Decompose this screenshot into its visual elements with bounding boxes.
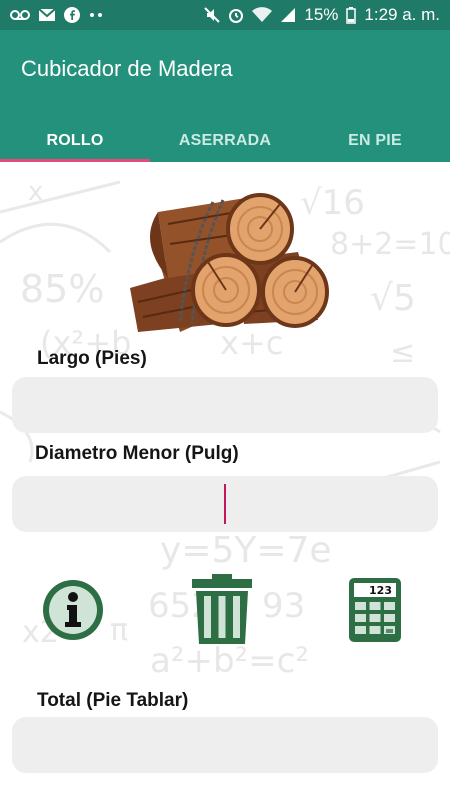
bg-text: a²+b²=c² (150, 641, 309, 681)
status-right: 15% 1:29 a. m. (204, 5, 440, 25)
bg-text: √5 (370, 278, 416, 319)
bg-text: ≤ (390, 335, 415, 370)
tab-label: ROLLO (46, 132, 104, 149)
info-icon (43, 580, 103, 640)
battery-percent: 15% (304, 5, 339, 24)
alarm-icon (228, 7, 244, 23)
text-cursor (224, 484, 226, 524)
signal-icon (280, 7, 296, 23)
voicemail-icon (10, 8, 30, 22)
info-button[interactable] (40, 577, 106, 643)
more-dots-icon (88, 12, 104, 18)
log-stack-illustration (130, 193, 329, 332)
facebook-icon (64, 7, 80, 23)
mail-icon (38, 8, 56, 22)
bg-text: y=5Y=7e (160, 530, 332, 571)
total-label: Total (Pie Tablar) (37, 690, 189, 711)
tab-rollo[interactable]: ROLLO (0, 120, 150, 162)
calculate-button[interactable]: 123 (347, 576, 403, 644)
mute-icon (204, 7, 221, 23)
wifi-icon (252, 7, 273, 23)
largo-input[interactable] (12, 377, 438, 433)
bg-text: π (110, 613, 128, 648)
battery-icon (346, 6, 357, 24)
log-end-top (226, 193, 294, 265)
tab-label: EN PIE (348, 132, 402, 149)
log-end-left (191, 253, 261, 327)
status-bar: 15% 1:29 a. m. (0, 0, 450, 30)
bg-text: 93 (262, 586, 305, 626)
app-title: Cubicador de Madera (21, 56, 233, 81)
app-bar: Cubicador de Madera ROLLO ASERRADA EN PI… (0, 30, 450, 162)
content-area: √16 x 8+2=10 85% √5 (x²+b x+c ≤ y=5Y=7e … (0, 162, 450, 800)
bg-text: 85% (20, 267, 104, 311)
diametro-label: Diametro Menor (Pulg) (35, 443, 239, 464)
tab-en-pie[interactable]: EN PIE (300, 120, 450, 162)
tab-aserrada[interactable]: ASERRADA (150, 120, 300, 162)
calculator-display: 123 (369, 584, 392, 597)
tab-bar: ROLLO ASERRADA EN PIE (0, 120, 450, 162)
calculator-icon: 123 (349, 578, 401, 642)
log-end-right (261, 256, 329, 328)
status-left (10, 7, 104, 23)
clear-button[interactable] (190, 572, 254, 646)
total-output (12, 717, 438, 773)
tab-label: ASERRADA (178, 132, 272, 149)
diametro-input[interactable] (12, 476, 438, 532)
bg-text: x (28, 177, 43, 207)
trash-icon (192, 574, 252, 644)
largo-label: Largo (Pies) (37, 348, 147, 369)
status-time: 1:29 a. m. (364, 5, 440, 24)
bg-text: 8+2=10 (330, 227, 450, 262)
